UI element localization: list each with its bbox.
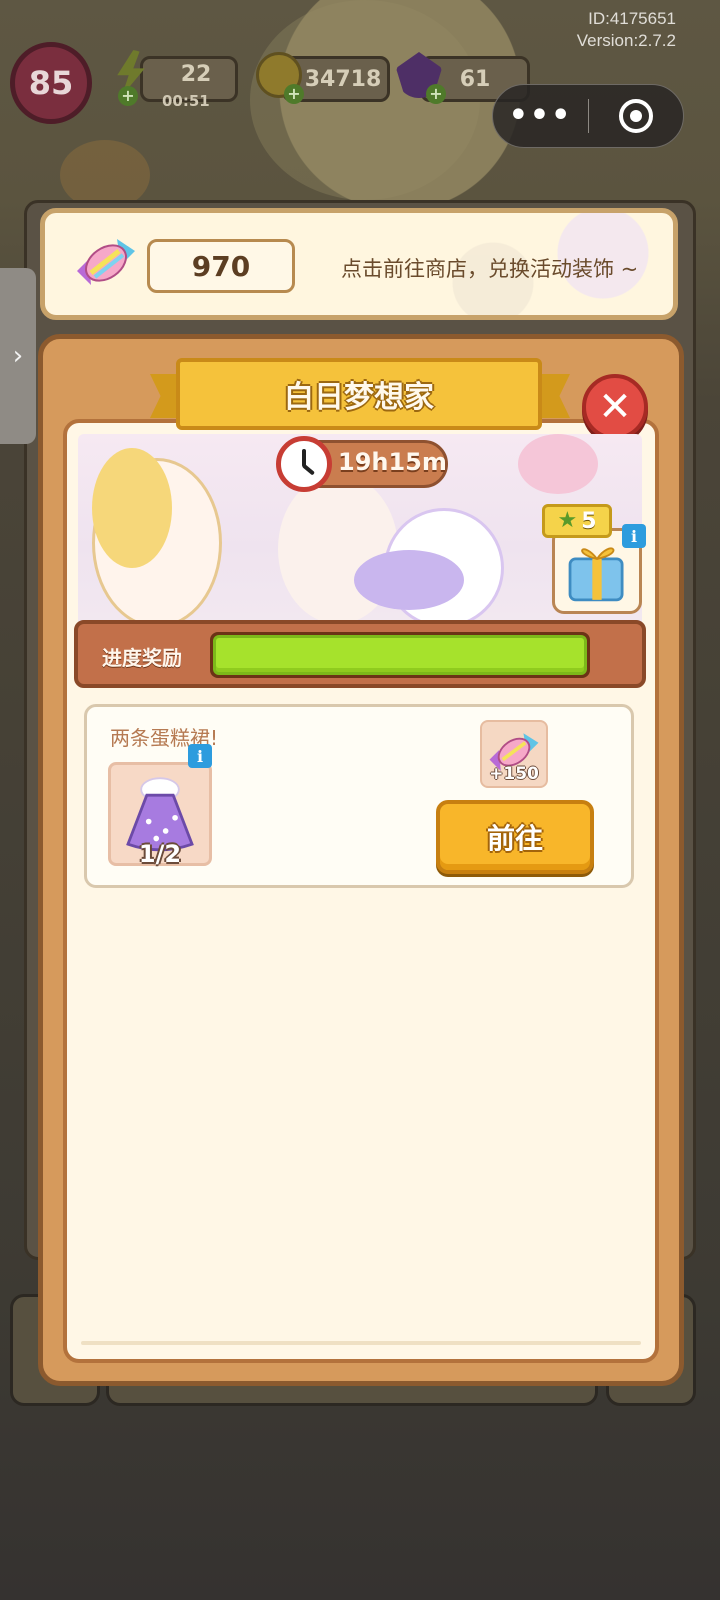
level-value: 85 bbox=[28, 64, 74, 102]
go-button-label: 前往 bbox=[486, 822, 543, 855]
balloon-decoration bbox=[518, 434, 598, 494]
mini-program-capsule: ••• bbox=[492, 84, 684, 148]
energy-timer: 00:51 bbox=[162, 92, 210, 110]
unicorn-tail bbox=[354, 550, 464, 610]
user-id-text: ID:4175651 bbox=[588, 9, 676, 28]
dialog-title: 白日梦想家 bbox=[284, 380, 434, 415]
gift-star-requirement: ★ 5 bbox=[542, 504, 612, 538]
close-mini-program-button[interactable] bbox=[589, 99, 683, 133]
close-icon: ✕ bbox=[598, 384, 632, 430]
gift-info-icon[interactable]: i bbox=[622, 524, 646, 548]
scroll-track[interactable] bbox=[81, 1341, 641, 1345]
version-text: Version:2.7.2 bbox=[576, 31, 676, 50]
progress-track bbox=[210, 632, 590, 678]
candy-icon bbox=[77, 239, 135, 285]
star-icon: ★ bbox=[557, 508, 578, 533]
chevron-right-icon: › bbox=[12, 341, 24, 371]
candy-count: 970 bbox=[147, 239, 295, 293]
progress-fill bbox=[213, 635, 587, 675]
target-icon bbox=[618, 99, 653, 133]
energy-value: 22 bbox=[180, 61, 212, 87]
level-badge[interactable]: 85 bbox=[10, 42, 92, 124]
add-gems-icon[interactable]: + bbox=[426, 84, 446, 104]
clock-icon bbox=[276, 436, 332, 492]
close-button[interactable]: ✕ bbox=[582, 374, 648, 440]
dialog-title-ribbon: 白日梦想家 bbox=[176, 358, 542, 430]
coin-value: 34718 bbox=[304, 66, 382, 92]
task-item-progress: 1/2 bbox=[138, 840, 182, 868]
side-drawer-tab[interactable]: › bbox=[0, 268, 36, 444]
gift-star-count: 5 bbox=[581, 508, 597, 534]
gem-value: 61 bbox=[459, 66, 491, 92]
event-currency-banner[interactable]: 970 点击前往商店，兑换活动装饰 ~ bbox=[40, 208, 678, 320]
unicorn-mane bbox=[92, 448, 172, 568]
go-button[interactable]: 前往 bbox=[436, 800, 594, 874]
task-reward-amount: +150 bbox=[489, 764, 539, 784]
progress-reward-label: 进度奖励 bbox=[102, 646, 182, 670]
shop-hint-text: 点击前往商店，兑换活动装饰 ~ bbox=[341, 257, 639, 281]
item-info-icon[interactable]: i bbox=[188, 744, 212, 768]
more-menu-button[interactable]: ••• bbox=[493, 101, 588, 131]
add-energy-icon[interactable]: + bbox=[118, 86, 138, 106]
build-info: ID:4175651 Version:2.7.2 bbox=[577, 8, 676, 52]
add-coins-icon[interactable]: + bbox=[284, 84, 304, 104]
event-timer-text: 19h15m bbox=[338, 448, 447, 476]
